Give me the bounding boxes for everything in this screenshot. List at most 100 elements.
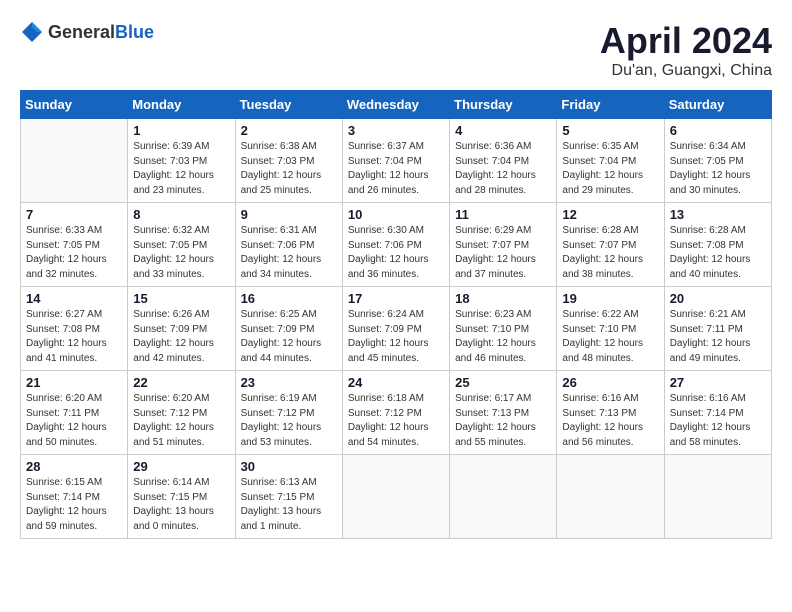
calendar-cell: 23 Sunrise: 6:19 AMSunset: 7:12 PMDaylig…	[235, 371, 342, 455]
day-number: 21	[26, 375, 122, 390]
calendar-cell: 14 Sunrise: 6:27 AMSunset: 7:08 PMDaylig…	[21, 287, 128, 371]
calendar-cell: 28 Sunrise: 6:15 AMSunset: 7:14 PMDaylig…	[21, 455, 128, 539]
calendar-body: 1 Sunrise: 6:39 AMSunset: 7:03 PMDayligh…	[21, 119, 772, 539]
calendar-week-4: 28 Sunrise: 6:15 AMSunset: 7:14 PMDaylig…	[21, 455, 772, 539]
calendar-week-0: 1 Sunrise: 6:39 AMSunset: 7:03 PMDayligh…	[21, 119, 772, 203]
calendar-cell: 8 Sunrise: 6:32 AMSunset: 7:05 PMDayligh…	[128, 203, 235, 287]
calendar-cell: 20 Sunrise: 6:21 AMSunset: 7:11 PMDaylig…	[664, 287, 771, 371]
day-info: Sunrise: 6:16 AMSunset: 7:13 PMDaylight:…	[562, 393, 643, 448]
calendar-cell: 19 Sunrise: 6:22 AMSunset: 7:10 PMDaylig…	[557, 287, 664, 371]
calendar-cell	[450, 455, 557, 539]
day-number: 3	[348, 123, 444, 138]
calendar-cell: 3 Sunrise: 6:37 AMSunset: 7:04 PMDayligh…	[342, 119, 449, 203]
calendar-cell: 1 Sunrise: 6:39 AMSunset: 7:03 PMDayligh…	[128, 119, 235, 203]
day-number: 7	[26, 207, 122, 222]
calendar-cell: 13 Sunrise: 6:28 AMSunset: 7:08 PMDaylig…	[664, 203, 771, 287]
day-info: Sunrise: 6:13 AMSunset: 7:15 PMDaylight:…	[241, 477, 322, 532]
day-number: 26	[562, 375, 658, 390]
day-info: Sunrise: 6:28 AMSunset: 7:07 PMDaylight:…	[562, 225, 643, 280]
day-info: Sunrise: 6:27 AMSunset: 7:08 PMDaylight:…	[26, 309, 107, 364]
day-number: 25	[455, 375, 551, 390]
day-info: Sunrise: 6:31 AMSunset: 7:06 PMDaylight:…	[241, 225, 322, 280]
calendar-cell: 25 Sunrise: 6:17 AMSunset: 7:13 PMDaylig…	[450, 371, 557, 455]
logo-blue: Blue	[115, 22, 154, 42]
day-info: Sunrise: 6:15 AMSunset: 7:14 PMDaylight:…	[26, 477, 107, 532]
header-monday: Monday	[128, 91, 235, 119]
day-number: 2	[241, 123, 337, 138]
day-number: 4	[455, 123, 551, 138]
day-info: Sunrise: 6:36 AMSunset: 7:04 PMDaylight:…	[455, 141, 536, 196]
day-info: Sunrise: 6:17 AMSunset: 7:13 PMDaylight:…	[455, 393, 536, 448]
day-info: Sunrise: 6:39 AMSunset: 7:03 PMDaylight:…	[133, 141, 214, 196]
day-info: Sunrise: 6:14 AMSunset: 7:15 PMDaylight:…	[133, 477, 214, 532]
calendar-week-1: 7 Sunrise: 6:33 AMSunset: 7:05 PMDayligh…	[21, 203, 772, 287]
calendar-week-2: 14 Sunrise: 6:27 AMSunset: 7:08 PMDaylig…	[21, 287, 772, 371]
logo-icon	[20, 20, 44, 44]
header-sunday: Sunday	[21, 91, 128, 119]
day-number: 8	[133, 207, 229, 222]
calendar-cell: 10 Sunrise: 6:30 AMSunset: 7:06 PMDaylig…	[342, 203, 449, 287]
calendar-cell	[342, 455, 449, 539]
day-info: Sunrise: 6:18 AMSunset: 7:12 PMDaylight:…	[348, 393, 429, 448]
calendar-cell: 15 Sunrise: 6:26 AMSunset: 7:09 PMDaylig…	[128, 287, 235, 371]
day-info: Sunrise: 6:33 AMSunset: 7:05 PMDaylight:…	[26, 225, 107, 280]
day-number: 29	[133, 459, 229, 474]
calendar-cell: 29 Sunrise: 6:14 AMSunset: 7:15 PMDaylig…	[128, 455, 235, 539]
day-info: Sunrise: 6:28 AMSunset: 7:08 PMDaylight:…	[670, 225, 751, 280]
day-number: 30	[241, 459, 337, 474]
calendar-cell: 4 Sunrise: 6:36 AMSunset: 7:04 PMDayligh…	[450, 119, 557, 203]
calendar-cell: 18 Sunrise: 6:23 AMSunset: 7:10 PMDaylig…	[450, 287, 557, 371]
header-saturday: Saturday	[664, 91, 771, 119]
day-number: 15	[133, 291, 229, 306]
day-info: Sunrise: 6:38 AMSunset: 7:03 PMDaylight:…	[241, 141, 322, 196]
day-info: Sunrise: 6:16 AMSunset: 7:14 PMDaylight:…	[670, 393, 751, 448]
day-number: 19	[562, 291, 658, 306]
day-number: 22	[133, 375, 229, 390]
day-number: 17	[348, 291, 444, 306]
day-number: 6	[670, 123, 766, 138]
header-tuesday: Tuesday	[235, 91, 342, 119]
day-info: Sunrise: 6:22 AMSunset: 7:10 PMDaylight:…	[562, 309, 643, 364]
logo: GeneralBlue	[20, 20, 154, 44]
calendar-cell	[664, 455, 771, 539]
day-number: 12	[562, 207, 658, 222]
calendar-cell: 24 Sunrise: 6:18 AMSunset: 7:12 PMDaylig…	[342, 371, 449, 455]
calendar-cell: 16 Sunrise: 6:25 AMSunset: 7:09 PMDaylig…	[235, 287, 342, 371]
calendar-header: Sunday Monday Tuesday Wednesday Thursday…	[21, 91, 772, 119]
calendar-cell: 12 Sunrise: 6:28 AMSunset: 7:07 PMDaylig…	[557, 203, 664, 287]
header-friday: Friday	[557, 91, 664, 119]
day-number: 20	[670, 291, 766, 306]
calendar-cell: 26 Sunrise: 6:16 AMSunset: 7:13 PMDaylig…	[557, 371, 664, 455]
logo-text: GeneralBlue	[48, 22, 154, 43]
day-info: Sunrise: 6:32 AMSunset: 7:05 PMDaylight:…	[133, 225, 214, 280]
day-number: 14	[26, 291, 122, 306]
day-number: 9	[241, 207, 337, 222]
day-number: 13	[670, 207, 766, 222]
day-info: Sunrise: 6:26 AMSunset: 7:09 PMDaylight:…	[133, 309, 214, 364]
day-info: Sunrise: 6:20 AMSunset: 7:11 PMDaylight:…	[26, 393, 107, 448]
location-title: Du'an, Guangxi, China	[600, 62, 772, 80]
calendar-cell: 7 Sunrise: 6:33 AMSunset: 7:05 PMDayligh…	[21, 203, 128, 287]
calendar-cell: 21 Sunrise: 6:20 AMSunset: 7:11 PMDaylig…	[21, 371, 128, 455]
header-wednesday: Wednesday	[342, 91, 449, 119]
day-number: 23	[241, 375, 337, 390]
day-info: Sunrise: 6:30 AMSunset: 7:06 PMDaylight:…	[348, 225, 429, 280]
header-row: Sunday Monday Tuesday Wednesday Thursday…	[21, 91, 772, 119]
day-info: Sunrise: 6:24 AMSunset: 7:09 PMDaylight:…	[348, 309, 429, 364]
day-info: Sunrise: 6:34 AMSunset: 7:05 PMDaylight:…	[670, 141, 751, 196]
day-info: Sunrise: 6:21 AMSunset: 7:11 PMDaylight:…	[670, 309, 751, 364]
day-number: 1	[133, 123, 229, 138]
calendar-cell: 2 Sunrise: 6:38 AMSunset: 7:03 PMDayligh…	[235, 119, 342, 203]
day-info: Sunrise: 6:37 AMSunset: 7:04 PMDaylight:…	[348, 141, 429, 196]
title-area: April 2024 Du'an, Guangxi, China	[600, 20, 772, 80]
day-info: Sunrise: 6:29 AMSunset: 7:07 PMDaylight:…	[455, 225, 536, 280]
month-title: April 2024	[600, 20, 772, 62]
calendar-cell: 17 Sunrise: 6:24 AMSunset: 7:09 PMDaylig…	[342, 287, 449, 371]
calendar-table: Sunday Monday Tuesday Wednesday Thursday…	[20, 90, 772, 539]
day-number: 28	[26, 459, 122, 474]
calendar-cell: 30 Sunrise: 6:13 AMSunset: 7:15 PMDaylig…	[235, 455, 342, 539]
day-number: 24	[348, 375, 444, 390]
calendar-cell: 27 Sunrise: 6:16 AMSunset: 7:14 PMDaylig…	[664, 371, 771, 455]
calendar-cell: 9 Sunrise: 6:31 AMSunset: 7:06 PMDayligh…	[235, 203, 342, 287]
logo-general: General	[48, 22, 115, 42]
